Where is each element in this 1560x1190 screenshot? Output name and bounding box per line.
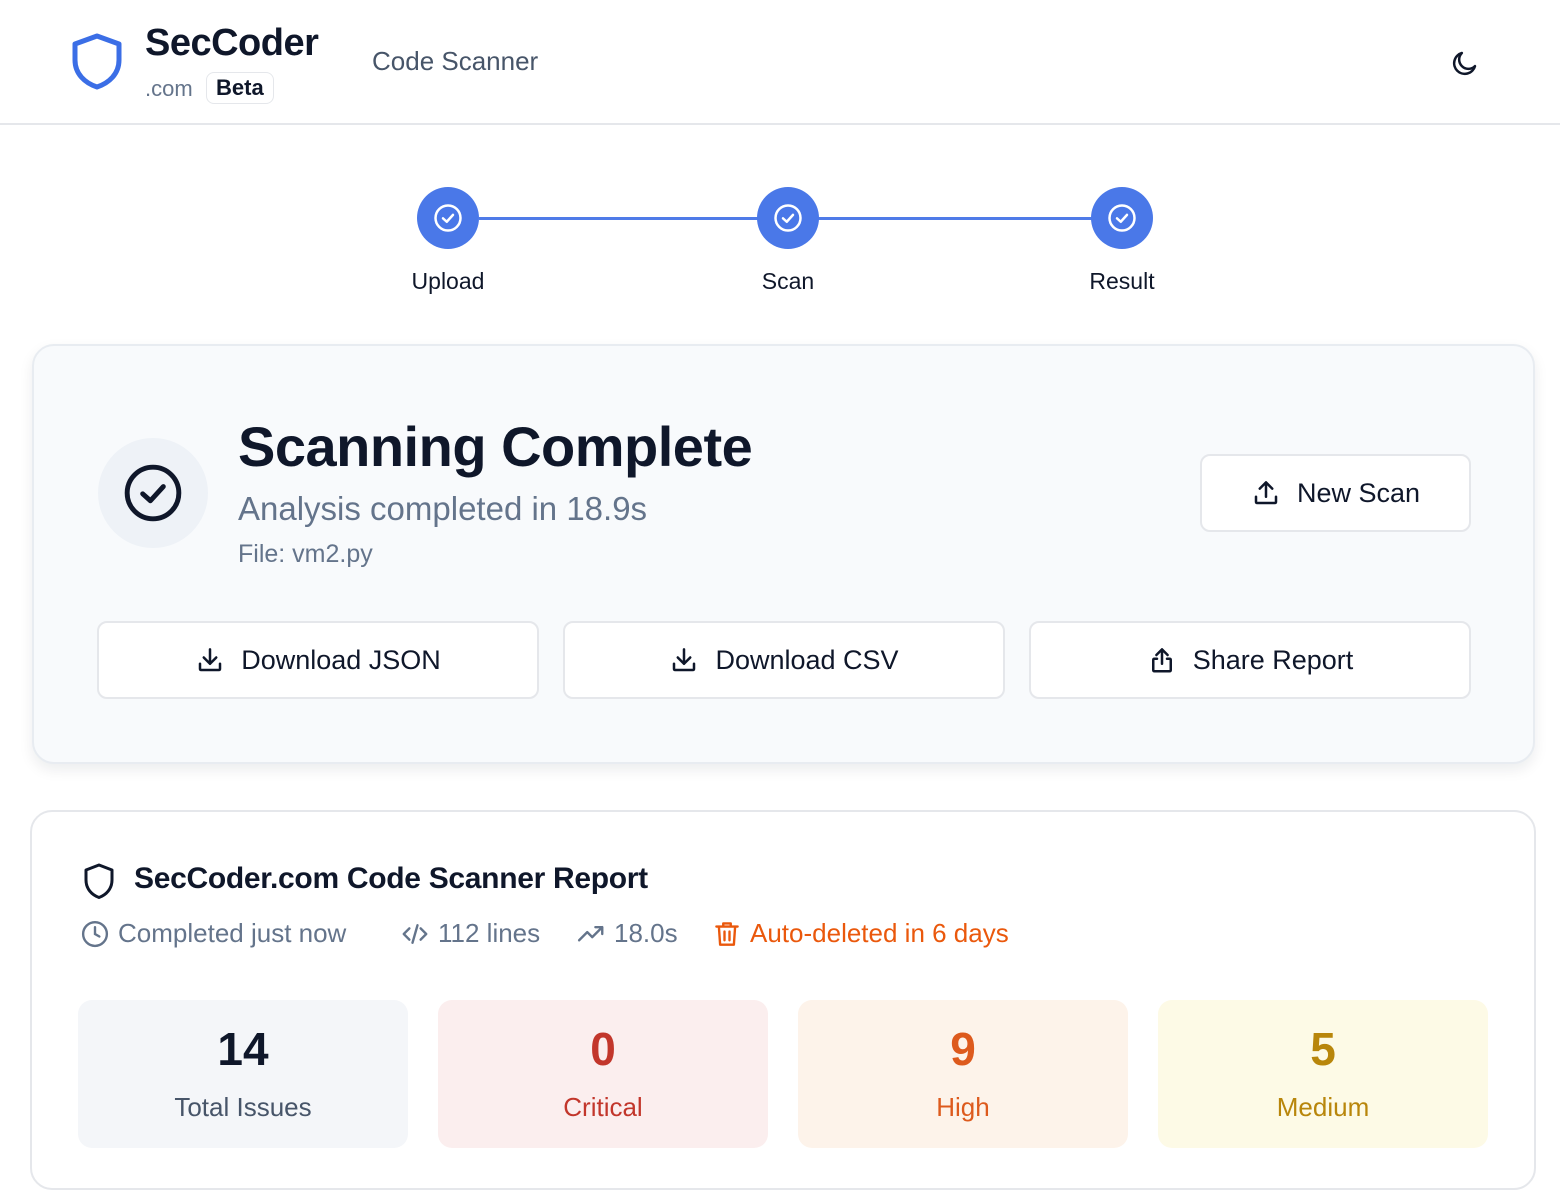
stat-total-value: 14 [217, 1022, 269, 1075]
stat-total-label: Total Issues [174, 1091, 312, 1122]
code-icon [402, 923, 428, 944]
share-report-label: Share Report [1192, 644, 1354, 675]
result-file-name: File: vm2.py [238, 540, 373, 568]
check-circle-icon [774, 204, 802, 232]
download-json-button[interactable]: Download JSON [97, 621, 539, 699]
report-card: SecCoder.com Code Scanner Report Complet… [30, 810, 1536, 1190]
stat-medium-label: Medium [1276, 1091, 1370, 1122]
stat-high[interactable]: 9 High [798, 1000, 1128, 1148]
stat-critical-label: Critical [563, 1091, 643, 1122]
step-connector [818, 217, 1092, 220]
beta-badge: Beta [206, 72, 274, 104]
check-circle-icon [1108, 204, 1136, 232]
share-report-button[interactable]: Share Report [1029, 621, 1471, 699]
meta-completed-text: Completed just now [118, 918, 347, 948]
download-json-label: Download JSON [241, 644, 441, 675]
step-result-indicator [1091, 187, 1153, 249]
brand-name[interactable]: SecCoder [145, 22, 319, 65]
nav-code-scanner[interactable]: Code Scanner [372, 46, 538, 77]
step-scan-indicator [757, 187, 819, 249]
report-title: SecCoder.com Code Scanner Report [134, 862, 648, 895]
step-label-scan: Scan [761, 268, 815, 294]
meta-duration: 18.0s [576, 918, 678, 949]
stat-medium-value: 5 [1310, 1022, 1336, 1075]
shield-icon [84, 863, 114, 899]
new-scan-button[interactable]: New Scan [1200, 454, 1471, 532]
trash-icon [715, 921, 739, 946]
result-title: Scanning Complete [238, 415, 753, 478]
stat-high-value: 9 [950, 1022, 976, 1075]
step-connector [479, 217, 759, 220]
upload-icon [1251, 478, 1281, 508]
shield-icon[interactable] [70, 32, 124, 90]
new-scan-label: New Scan [1296, 477, 1421, 508]
meta-lines: 112 lines [400, 918, 540, 949]
download-icon [195, 645, 225, 675]
stat-medium[interactable]: 5 Medium [1158, 1000, 1488, 1148]
success-badge [98, 438, 208, 548]
clock-icon [81, 920, 109, 947]
meta-auto-delete: Auto-deleted in 6 days [712, 918, 1009, 949]
meta-auto-delete-text: Auto-deleted in 6 days [750, 918, 1009, 948]
step-label-upload: Upload [411, 268, 485, 294]
moon-icon [1452, 51, 1477, 76]
step-upload-indicator [417, 187, 479, 249]
check-circle-icon [124, 464, 182, 522]
share-icon [1147, 645, 1177, 675]
check-circle-icon [434, 204, 462, 232]
step-label-result: Result [1089, 268, 1155, 294]
meta-completed: Completed just now [80, 918, 346, 949]
theme-toggle-button[interactable] [1446, 44, 1484, 82]
scan-result-card: Scanning Complete Analysis completed in … [32, 344, 1535, 764]
app-header: SecCoder .com Beta Code Scanner [0, 0, 1560, 125]
meta-lines-text: 112 lines [438, 918, 541, 948]
stat-critical-value: 0 [590, 1022, 616, 1075]
trending-up-icon [577, 925, 604, 941]
brand-domain: .com [145, 76, 193, 101]
result-subtitle: Analysis completed in 18.9s [238, 490, 648, 527]
meta-duration-text: 18.0s [614, 918, 678, 948]
download-icon [669, 645, 699, 675]
stat-high-label: High [936, 1091, 990, 1122]
stat-total-issues[interactable]: 14 Total Issues [78, 1000, 408, 1148]
stat-critical[interactable]: 0 Critical [438, 1000, 768, 1148]
download-csv-label: Download CSV [715, 644, 899, 675]
download-csv-button[interactable]: Download CSV [563, 621, 1005, 699]
